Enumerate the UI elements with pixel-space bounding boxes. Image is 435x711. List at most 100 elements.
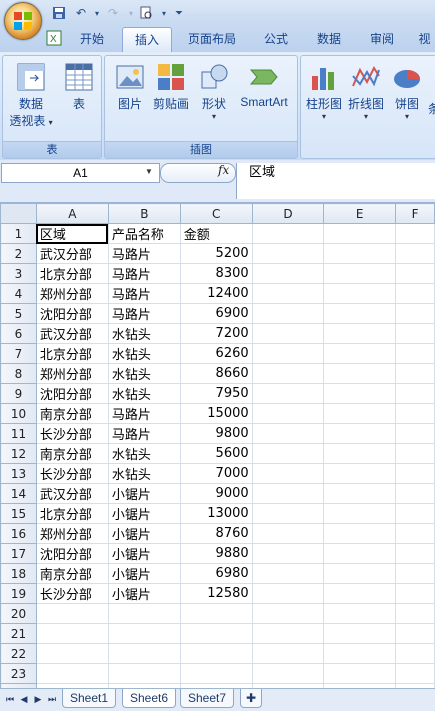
cell[interactable]: 5200: [179, 243, 253, 264]
cell[interactable]: 马路片: [107, 303, 181, 324]
cell[interactable]: 小锯片: [107, 583, 181, 604]
row-header[interactable]: 3: [0, 263, 37, 284]
cell[interactable]: [323, 323, 397, 344]
cell[interactable]: [179, 603, 253, 624]
cell[interactable]: [323, 563, 397, 584]
next-sheet-icon[interactable]: ▶: [32, 692, 44, 706]
row-header[interactable]: 19: [0, 583, 37, 604]
cell[interactable]: 郑州分部: [35, 363, 109, 384]
column-header-e[interactable]: E: [323, 203, 397, 224]
cell[interactable]: [323, 303, 397, 324]
pie-chart-button[interactable]: 饼图 ▾: [389, 62, 425, 121]
cell[interactable]: 5600: [179, 443, 253, 464]
cell[interactable]: [251, 283, 325, 304]
row-header[interactable]: 11: [0, 423, 37, 444]
shapes-button[interactable]: 形状 ▾: [197, 62, 231, 121]
cell[interactable]: [35, 623, 109, 644]
cell[interactable]: 水钻头: [107, 343, 181, 364]
cell[interactable]: 南京分部: [35, 563, 109, 584]
cell[interactable]: 长沙分部: [35, 583, 109, 604]
cell[interactable]: [395, 383, 435, 404]
cell[interactable]: [395, 483, 435, 504]
cell[interactable]: 7950: [179, 383, 253, 404]
cell[interactable]: [395, 603, 435, 624]
column-header-f[interactable]: F: [395, 203, 435, 224]
cell[interactable]: [251, 563, 325, 584]
cell[interactable]: [251, 323, 325, 344]
first-sheet-icon[interactable]: ⏮: [4, 692, 16, 706]
cell[interactable]: [251, 363, 325, 384]
cell[interactable]: [395, 263, 435, 284]
cell[interactable]: 6980: [179, 563, 253, 584]
cell[interactable]: [323, 403, 397, 424]
cell[interactable]: [251, 263, 325, 284]
bar-chart-button[interactable]: 条: [427, 100, 435, 117]
cell[interactable]: 区域: [35, 223, 109, 244]
cell[interactable]: [251, 243, 325, 264]
formula-input[interactable]: 区域: [236, 163, 435, 199]
cell[interactable]: 水钻头: [107, 443, 181, 464]
tab-home[interactable]: 开始: [70, 27, 114, 51]
row-header[interactable]: 2: [0, 243, 37, 264]
cell[interactable]: 小锯片: [107, 503, 181, 524]
office-button[interactable]: [4, 2, 42, 40]
cell[interactable]: 8660: [179, 363, 253, 384]
cell[interactable]: [251, 423, 325, 444]
cell[interactable]: [179, 623, 253, 644]
cell[interactable]: 7200: [179, 323, 253, 344]
table-button[interactable]: 表: [61, 62, 97, 112]
row-header[interactable]: 8: [0, 363, 37, 384]
cell[interactable]: [395, 343, 435, 364]
row-header[interactable]: 7: [0, 343, 37, 364]
cell[interactable]: 武汉分部: [35, 243, 109, 264]
cell[interactable]: [251, 603, 325, 624]
row-header[interactable]: 1: [0, 223, 37, 244]
row-header[interactable]: 22: [0, 643, 37, 664]
cell[interactable]: [395, 643, 435, 664]
sheet-tab-sheet1[interactable]: Sheet1: [62, 689, 117, 708]
cell[interactable]: [323, 443, 397, 464]
cell[interactable]: [107, 603, 181, 624]
cell[interactable]: [395, 543, 435, 564]
cell[interactable]: [395, 303, 435, 324]
cell[interactable]: [395, 403, 435, 424]
cell[interactable]: [107, 643, 181, 664]
cell[interactable]: 8300: [179, 263, 253, 284]
row-header[interactable]: 23: [0, 663, 37, 684]
cell[interactable]: [251, 223, 325, 244]
cell[interactable]: [395, 363, 435, 384]
cell[interactable]: [395, 283, 435, 304]
cell[interactable]: 长沙分部: [35, 423, 109, 444]
redo-icon[interactable]: ↷: [104, 4, 122, 22]
cell[interactable]: [395, 623, 435, 644]
cell[interactable]: [179, 643, 253, 664]
cell[interactable]: [107, 623, 181, 644]
cell[interactable]: [395, 503, 435, 524]
column-header-b[interactable]: B: [107, 203, 181, 224]
cell[interactable]: 小锯片: [107, 523, 181, 544]
cell[interactable]: 马路片: [107, 403, 181, 424]
row-header[interactable]: 15: [0, 503, 37, 524]
cell[interactable]: 9800: [179, 423, 253, 444]
cell[interactable]: 13000: [179, 503, 253, 524]
cell[interactable]: 12400: [179, 283, 253, 304]
cell[interactable]: [251, 343, 325, 364]
cell[interactable]: 沈阳分部: [35, 543, 109, 564]
cell[interactable]: [323, 543, 397, 564]
tab-formulas[interactable]: 公式: [254, 27, 298, 51]
print-preview-icon[interactable]: [137, 4, 155, 22]
cell[interactable]: [323, 663, 397, 684]
cell[interactable]: [323, 343, 397, 364]
cell[interactable]: [323, 283, 397, 304]
cell[interactable]: 8760: [179, 523, 253, 544]
tab-insert[interactable]: 插入: [122, 27, 172, 53]
cell[interactable]: 北京分部: [35, 503, 109, 524]
last-sheet-icon[interactable]: ⏭: [46, 692, 58, 706]
cell[interactable]: [395, 223, 435, 244]
customize-qat-icon[interactable]: ⏷: [170, 4, 188, 22]
cell[interactable]: [323, 363, 397, 384]
cell[interactable]: [35, 643, 109, 664]
cell[interactable]: 9000: [179, 483, 253, 504]
cell[interactable]: [323, 603, 397, 624]
cell[interactable]: [179, 663, 253, 684]
